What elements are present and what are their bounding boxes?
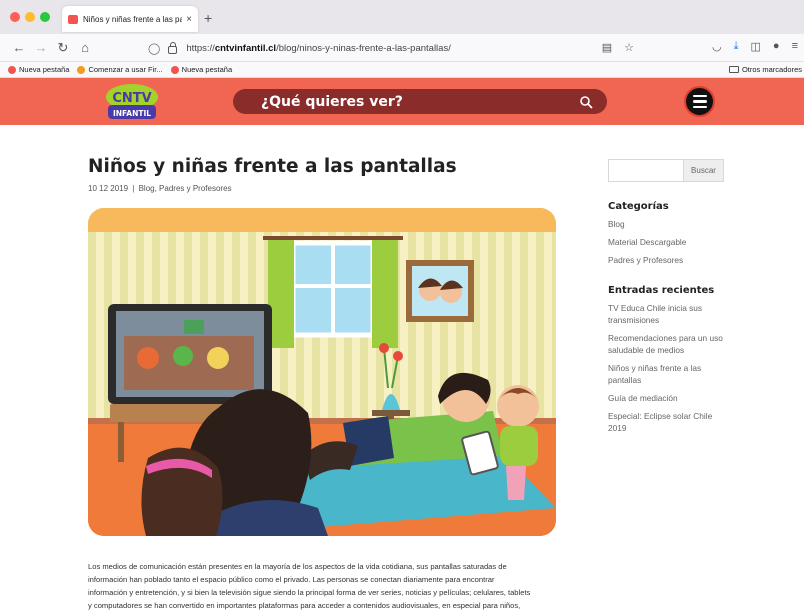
- home-icon[interactable]: ⌂: [74, 40, 96, 55]
- menu-line-icon: [692, 94, 707, 98]
- forward-arrow-icon[interactable]: →: [30, 40, 52, 55]
- article-hero-illustration: [88, 208, 556, 536]
- red-favicon-icon: [8, 65, 16, 74]
- sidebar-toggle-icon[interactable]: ◫: [751, 40, 761, 53]
- cntv-infantil-logo[interactable]: CNTV INFANTIL: [104, 82, 160, 122]
- sidebar-search: Buscar: [608, 159, 724, 182]
- tracking-shield-icon[interactable]: ◯: [148, 42, 160, 55]
- site-header: CNTV INFANTIL ¿Qué quieres ver?: [0, 78, 804, 125]
- close-window-button[interactable]: [10, 12, 20, 22]
- menu-line-icon: [692, 105, 707, 109]
- article-paragraph-line: información y entretención, y si bien la…: [88, 588, 531, 597]
- category-link[interactable]: Padres y Profesores: [608, 254, 728, 266]
- lock-icon[interactable]: [168, 42, 178, 54]
- recent-post-link[interactable]: Guía de mediación: [608, 392, 728, 404]
- search-prompt[interactable]: ¿Qué quieres ver?: [261, 94, 579, 110]
- browser-nav-bar: ← → ↻ ⌂ ◯ https://cntvinfantil.cl/blog/n…: [0, 34, 804, 62]
- sidebar-search-input[interactable]: [608, 159, 684, 182]
- other-bookmarks-folder[interactable]: Otros marcadores: [728, 65, 802, 74]
- tab-title: Niños y niñas frente a las pantal: [83, 14, 183, 24]
- site-favicon-icon: [68, 14, 78, 24]
- browser-tab-bar: Niños y niñas frente a las pantal × +: [0, 0, 804, 34]
- svg-text:INFANTIL: INFANTIL: [113, 109, 151, 118]
- family-watching-tv-illustration: [88, 208, 556, 536]
- browser-tab-active[interactable]: Niños y niñas frente a las pantal ×: [62, 6, 198, 32]
- extension-icon[interactable]: ●: [773, 40, 780, 53]
- article-body: Los medios de comunicación están present…: [88, 560, 558, 612]
- new-tab-plus-icon[interactable]: +: [204, 10, 212, 26]
- recent-post-link[interactable]: Especial: Eclipse solar Chile 2019: [608, 410, 728, 434]
- article-paragraph-line: Los medios de comunicación están present…: [88, 562, 507, 571]
- search-icon[interactable]: [579, 95, 593, 109]
- post-date: 10 12 2019: [88, 184, 129, 193]
- recent-post-link[interactable]: Niños y niñas frente a las pantallas: [608, 362, 728, 386]
- recent-posts-heading: Entradas recientes: [608, 285, 715, 296]
- menu-line-icon: [692, 100, 707, 103]
- category-link[interactable]: Blog: [608, 218, 728, 230]
- folder-icon: [728, 66, 739, 73]
- recent-post-link[interactable]: Recomendaciones para un uso saludable de…: [608, 332, 728, 356]
- article-paragraph-line: y computadores se han convertido en impo…: [88, 601, 521, 610]
- bookmarks-toolbar: Nueva pestaña Comenzar a usar Fir... Nue…: [0, 62, 804, 78]
- bookmark-item[interactable]: Nueva pestaña: [170, 65, 232, 74]
- app-menu-icon[interactable]: ≡: [792, 40, 798, 53]
- pocket-icon[interactable]: ◡: [712, 40, 722, 53]
- reader-view-icon[interactable]: ▤: [602, 41, 612, 54]
- address-bar[interactable]: ◯ https://cntvinfantil.cl/blog/ninos-y-n…: [148, 38, 634, 58]
- sidebar-search-button[interactable]: Buscar: [684, 159, 724, 182]
- minimize-window-button[interactable]: [25, 12, 35, 22]
- category-link[interactable]: Material Descargable: [608, 236, 728, 248]
- hamburger-menu-button[interactable]: [684, 86, 715, 117]
- zoom-window-button[interactable]: [40, 12, 50, 22]
- categories-heading: Categorías: [608, 201, 669, 212]
- svg-text:CNTV: CNTV: [112, 91, 151, 106]
- recent-posts-list: TV Educa Chile inicia sus transmisiones …: [608, 302, 728, 440]
- site-search-bar[interactable]: ¿Qué quieres ver?: [233, 89, 607, 114]
- reload-icon[interactable]: ↻: [52, 40, 74, 56]
- recent-post-link[interactable]: TV Educa Chile inicia sus transmisiones: [608, 302, 728, 326]
- bookmark-item[interactable]: Nueva pestaña: [8, 65, 69, 74]
- firefox-icon: [77, 65, 86, 74]
- bookmark-item[interactable]: Comenzar a usar Fir...: [77, 65, 163, 74]
- categories-list: Blog Material Descargable Padres y Profe…: [608, 218, 728, 272]
- tab-close-icon[interactable]: ×: [186, 14, 192, 25]
- url-text[interactable]: https://cntvinfantil.cl/blog/ninos-y-nin…: [186, 43, 451, 54]
- download-icon[interactable]: ⤓: [734, 40, 739, 53]
- back-arrow-icon[interactable]: ←: [8, 40, 30, 55]
- article-paragraph-line: información han poblado tanto el espacio…: [88, 575, 495, 584]
- red-favicon-icon: [170, 65, 179, 74]
- article-title: Niños y niñas frente a las pantallas: [88, 156, 457, 177]
- post-meta: 10 12 2019 | Blog, Padres y Profesores: [88, 184, 232, 193]
- bookmark-star-icon[interactable]: ☆: [624, 41, 634, 54]
- post-categories[interactable]: Blog, Padres y Profesores: [139, 184, 232, 193]
